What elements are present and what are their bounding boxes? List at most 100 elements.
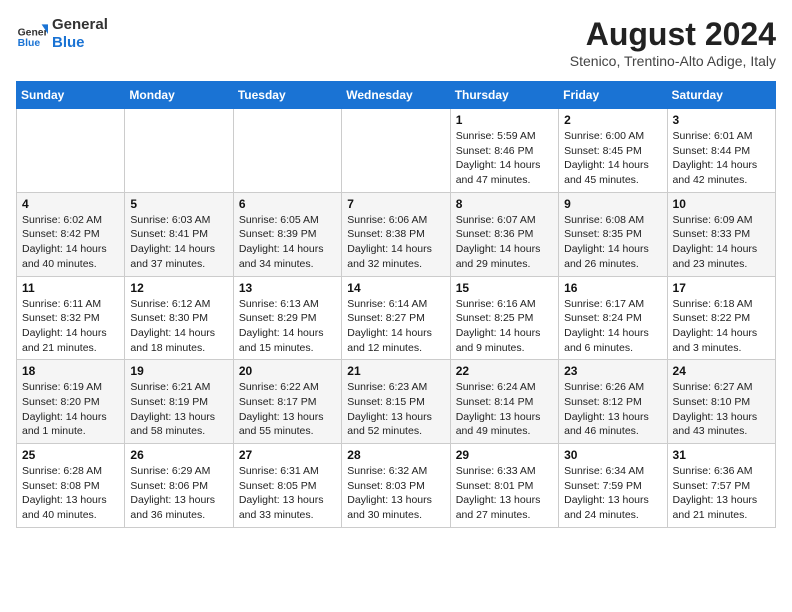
day-number: 26 [130, 448, 227, 462]
calendar-cell: 6 Sunrise: 6:05 AMSunset: 8:39 PMDaylight… [233, 192, 341, 276]
calendar-cell: 31 Sunrise: 6:36 AMSunset: 7:57 PMDayligh… [667, 444, 775, 528]
day-number: 13 [239, 281, 336, 295]
weekday-header-thursday: Thursday [450, 82, 558, 109]
day-info: Sunrise: 6:00 AMSunset: 8:45 PMDaylight:… [564, 129, 661, 188]
day-info: Sunrise: 6:26 AMSunset: 8:12 PMDaylight:… [564, 380, 661, 439]
day-info: Sunrise: 6:17 AMSunset: 8:24 PMDaylight:… [564, 297, 661, 356]
day-number: 19 [130, 364, 227, 378]
day-info: Sunrise: 6:01 AMSunset: 8:44 PMDaylight:… [673, 129, 770, 188]
calendar-week-row: 11Sunrise: 6:11 AMSunset: 8:32 PMDayligh… [17, 276, 776, 360]
day-number: 8 [456, 197, 553, 211]
svg-text:Blue: Blue [18, 38, 41, 49]
calendar-cell: 8 Sunrise: 6:07 AMSunset: 8:36 PMDaylight… [450, 192, 558, 276]
calendar-cell: 16 Sunrise: 6:17 AMSunset: 8:24 PMDayligh… [559, 276, 667, 360]
day-number: 14 [347, 281, 444, 295]
day-info: Sunrise: 6:27 AMSunset: 8:10 PMDaylight:… [673, 380, 770, 439]
weekday-header-tuesday: Tuesday [233, 82, 341, 109]
day-info: Sunrise: 5:59 AMSunset: 8:46 PMDaylight:… [456, 129, 553, 188]
calendar-cell: 11Sunrise: 6:11 AMSunset: 8:32 PMDayligh… [17, 276, 125, 360]
day-number: 15 [456, 281, 553, 295]
calendar-week-row: 4 Sunrise: 6:02 AMSunset: 8:42 PMDaylight… [17, 192, 776, 276]
day-number: 30 [564, 448, 661, 462]
day-info: Sunrise: 6:24 AMSunset: 8:14 PMDaylight:… [456, 380, 553, 439]
day-info: Sunrise: 6:05 AMSunset: 8:39 PMDaylight:… [239, 213, 336, 272]
calendar-cell: 12Sunrise: 6:12 AMSunset: 8:30 PMDayligh… [125, 276, 233, 360]
day-number: 9 [564, 197, 661, 211]
day-number: 6 [239, 197, 336, 211]
day-info: Sunrise: 6:31 AMSunset: 8:05 PMDaylight:… [239, 464, 336, 523]
calendar-week-row: 18 Sunrise: 6:19 AMSunset: 8:20 PMDayligh… [17, 360, 776, 444]
calendar-cell: 25 Sunrise: 6:28 AMSunset: 8:08 PMDayligh… [17, 444, 125, 528]
day-number: 27 [239, 448, 336, 462]
day-number: 10 [673, 197, 770, 211]
calendar-cell [233, 109, 341, 193]
day-info: Sunrise: 6:13 AMSunset: 8:29 PMDaylight:… [239, 297, 336, 356]
day-info: Sunrise: 6:18 AMSunset: 8:22 PMDaylight:… [673, 297, 770, 356]
calendar-cell: 9Sunrise: 6:08 AMSunset: 8:35 PMDaylight… [559, 192, 667, 276]
calendar-cell: 10Sunrise: 6:09 AMSunset: 8:33 PMDayligh… [667, 192, 775, 276]
weekday-header-saturday: Saturday [667, 82, 775, 109]
day-number: 23 [564, 364, 661, 378]
calendar-table: SundayMondayTuesdayWednesdayThursdayFrid… [16, 81, 776, 528]
day-number: 29 [456, 448, 553, 462]
calendar-week-row: 25 Sunrise: 6:28 AMSunset: 8:08 PMDayligh… [17, 444, 776, 528]
logo-icon: General Blue [16, 18, 48, 50]
day-info: Sunrise: 6:07 AMSunset: 8:36 PMDaylight:… [456, 213, 553, 272]
weekday-header-monday: Monday [125, 82, 233, 109]
calendar-cell: 3 Sunrise: 6:01 AMSunset: 8:44 PMDaylight… [667, 109, 775, 193]
calendar-cell: 18 Sunrise: 6:19 AMSunset: 8:20 PMDayligh… [17, 360, 125, 444]
calendar-cell: 14Sunrise: 6:14 AMSunset: 8:27 PMDayligh… [342, 276, 450, 360]
day-info: Sunrise: 6:36 AMSunset: 7:57 PMDaylight:… [673, 464, 770, 523]
day-info: Sunrise: 6:32 AMSunset: 8:03 PMDaylight:… [347, 464, 444, 523]
calendar-cell: 28 Sunrise: 6:32 AMSunset: 8:03 PMDayligh… [342, 444, 450, 528]
day-info: Sunrise: 6:29 AMSunset: 8:06 PMDaylight:… [130, 464, 227, 523]
day-number: 18 [22, 364, 119, 378]
day-info: Sunrise: 6:16 AMSunset: 8:25 PMDaylight:… [456, 297, 553, 356]
day-number: 24 [673, 364, 770, 378]
day-info: Sunrise: 6:02 AMSunset: 8:42 PMDaylight:… [22, 213, 119, 272]
day-info: Sunrise: 6:03 AMSunset: 8:41 PMDaylight:… [130, 213, 227, 272]
day-number: 3 [673, 113, 770, 127]
page-header: General Blue GeneralBlue August 2024 Ste… [16, 16, 776, 69]
calendar-cell [342, 109, 450, 193]
calendar-cell: 21Sunrise: 6:23 AMSunset: 8:15 PMDayligh… [342, 360, 450, 444]
weekday-header-friday: Friday [559, 82, 667, 109]
calendar-cell: 26 Sunrise: 6:29 AMSunset: 8:06 PMDayligh… [125, 444, 233, 528]
logo: General Blue GeneralBlue [16, 16, 108, 52]
calendar-cell: 17 Sunrise: 6:18 AMSunset: 8:22 PMDayligh… [667, 276, 775, 360]
day-number: 4 [22, 197, 119, 211]
day-number: 16 [564, 281, 661, 295]
location: Stenico, Trentino-Alto Adige, Italy [570, 53, 776, 69]
day-info: Sunrise: 6:34 AMSunset: 7:59 PMDaylight:… [564, 464, 661, 523]
day-number: 20 [239, 364, 336, 378]
weekday-header-sunday: Sunday [17, 82, 125, 109]
calendar-header-row: SundayMondayTuesdayWednesdayThursdayFrid… [17, 82, 776, 109]
day-number: 2 [564, 113, 661, 127]
svg-text:General: General [18, 28, 48, 39]
day-info: Sunrise: 6:19 AMSunset: 8:20 PMDaylight:… [22, 380, 119, 439]
day-number: 7 [347, 197, 444, 211]
day-info: Sunrise: 6:21 AMSunset: 8:19 PMDaylight:… [130, 380, 227, 439]
day-info: Sunrise: 6:33 AMSunset: 8:01 PMDaylight:… [456, 464, 553, 523]
calendar-cell: 19 Sunrise: 6:21 AMSunset: 8:19 PMDayligh… [125, 360, 233, 444]
day-number: 31 [673, 448, 770, 462]
calendar-week-row: 1 Sunrise: 5:59 AMSunset: 8:46 PMDaylight… [17, 109, 776, 193]
day-number: 28 [347, 448, 444, 462]
calendar-cell: 27 Sunrise: 6:31 AMSunset: 8:05 PMDayligh… [233, 444, 341, 528]
calendar-cell: 29 Sunrise: 6:33 AMSunset: 8:01 PMDayligh… [450, 444, 558, 528]
month-year: August 2024 [570, 16, 776, 53]
calendar-cell: 7 Sunrise: 6:06 AMSunset: 8:38 PMDaylight… [342, 192, 450, 276]
day-number: 1 [456, 113, 553, 127]
day-number: 22 [456, 364, 553, 378]
day-number: 25 [22, 448, 119, 462]
calendar-cell: 22 Sunrise: 6:24 AMSunset: 8:14 PMDayligh… [450, 360, 558, 444]
day-info: Sunrise: 6:28 AMSunset: 8:08 PMDaylight:… [22, 464, 119, 523]
weekday-header-wednesday: Wednesday [342, 82, 450, 109]
calendar-cell: 23 Sunrise: 6:26 AMSunset: 8:12 PMDayligh… [559, 360, 667, 444]
calendar-cell: 13 Sunrise: 6:13 AMSunset: 8:29 PMDayligh… [233, 276, 341, 360]
calendar-cell: 1 Sunrise: 5:59 AMSunset: 8:46 PMDaylight… [450, 109, 558, 193]
day-info: Sunrise: 6:06 AMSunset: 8:38 PMDaylight:… [347, 213, 444, 272]
day-number: 21 [347, 364, 444, 378]
day-info: Sunrise: 6:12 AMSunset: 8:30 PMDaylight:… [130, 297, 227, 356]
day-number: 17 [673, 281, 770, 295]
